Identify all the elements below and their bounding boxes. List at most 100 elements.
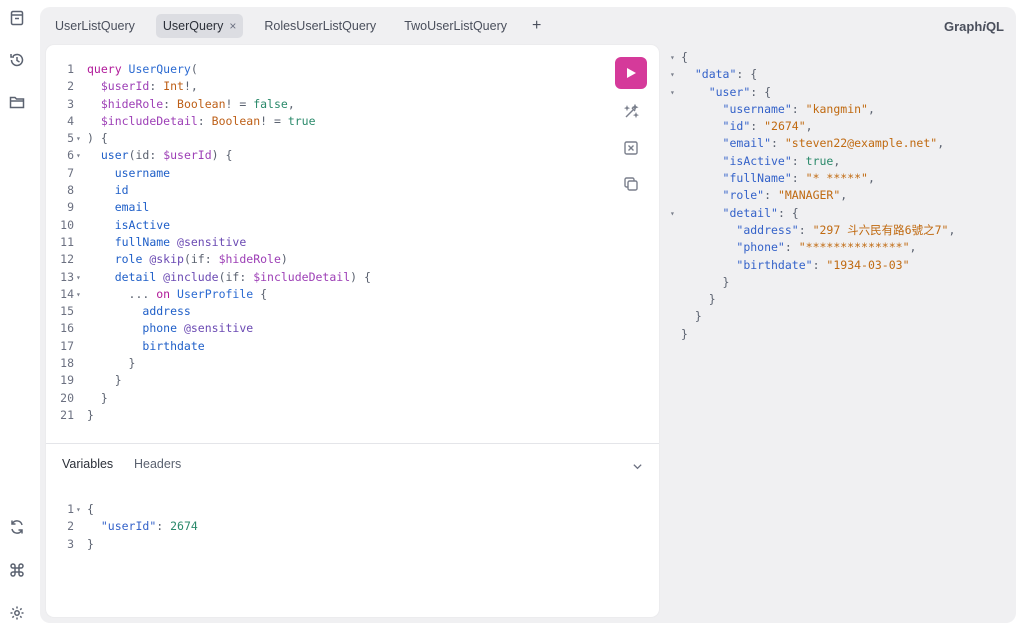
line-text: role @skip(if: $hideRole) <box>87 251 288 268</box>
code-token: } <box>128 356 136 371</box>
code-token: } <box>708 292 716 307</box>
line-text: } <box>681 326 688 343</box>
code-token: "MANAGER" <box>777 188 841 203</box>
main-panel: UserListQuery UserQuery × RolesUserListQuer… <box>40 7 1016 623</box>
code-token: : <box>791 153 806 168</box>
code-token: : <box>156 519 171 534</box>
tab-userquery[interactable]: UserQuery × <box>155 14 244 38</box>
merge-fragments-icon <box>624 141 638 155</box>
code-token: ... <box>128 286 157 301</box>
run-button[interactable] <box>615 57 647 89</box>
code-token: ( <box>190 62 198 76</box>
tab-twouserlistquery[interactable]: TwoUserListQuery <box>397 14 514 38</box>
fold-toggle-icon[interactable]: ▾ <box>76 286 81 303</box>
code-token: "kangmin" <box>805 101 868 116</box>
line-number: 3 <box>67 536 74 551</box>
tab-rolesuserlistquery[interactable]: RolesUserListQuery <box>257 14 383 38</box>
code-token: { <box>681 50 688 64</box>
close-tab-icon[interactable]: × <box>229 19 236 33</box>
code-token: isActive <box>114 217 171 232</box>
line-text: $includeDetail: Boolean! = true <box>87 113 316 130</box>
code-token: ) { <box>211 148 233 163</box>
line-number: 2 <box>67 79 74 94</box>
settings-icon[interactable] <box>6 602 28 624</box>
line-number: 1 <box>67 62 74 76</box>
tab-userlistquery[interactable]: UserListQuery <box>48 14 142 38</box>
code-token: ) <box>280 252 288 267</box>
shortcuts-icon[interactable] <box>6 559 28 581</box>
tab-label: UserListQuery <box>55 19 135 33</box>
variables-toolbar: Variables Headers <box>46 443 659 485</box>
fold-toggle-icon[interactable]: ▾ <box>670 49 675 66</box>
line-text: "userId": 2674 <box>87 518 198 535</box>
code-token: @skip <box>149 252 184 267</box>
fold-toggle-icon[interactable]: ▾ <box>670 66 675 83</box>
code-token: user <box>100 148 129 163</box>
copy-query-button[interactable] <box>622 175 640 193</box>
prettify-button[interactable] <box>622 103 640 121</box>
tab-headers[interactable]: Headers <box>134 457 181 471</box>
line-number: 15 <box>60 304 74 319</box>
merge-fragments-button[interactable] <box>622 139 640 157</box>
line-text: { <box>681 49 688 66</box>
code-token: "297 斗六民有路6號之7" <box>812 222 949 237</box>
prettify-icon <box>623 104 639 119</box>
code-token: } <box>87 407 94 422</box>
line-text: ) { <box>87 130 108 147</box>
code-token: "email" <box>722 136 772 151</box>
explorer-icon[interactable] <box>6 91 28 113</box>
code-token: , <box>867 171 875 186</box>
line-number: 1 <box>67 502 74 516</box>
add-tab-button[interactable]: + <box>532 17 541 35</box>
line-text: } <box>87 536 94 553</box>
line-number: 4 <box>67 113 74 128</box>
code-token: true <box>805 153 834 168</box>
code-token: ! = <box>260 113 288 128</box>
code-token: "2674" <box>764 119 806 134</box>
line-text: "phone": "**************", <box>681 239 916 256</box>
fold-toggle-icon[interactable]: ▾ <box>670 84 675 101</box>
code-token: "fullName" <box>722 171 792 186</box>
code-token: address <box>142 304 191 319</box>
sidebar-rail <box>0 0 36 631</box>
code-token: @include <box>163 269 219 284</box>
code-token: email <box>114 200 150 215</box>
run-icon <box>627 68 636 78</box>
refetch-schema-icon[interactable] <box>6 516 28 538</box>
code-token: , <box>805 119 813 134</box>
line-text: "address": "297 斗六民有路6號之7", <box>681 222 955 239</box>
code-token: $includeDetail <box>100 113 198 128</box>
docs-icon[interactable] <box>6 7 28 29</box>
line-text: "fullName": "* *****", <box>681 170 875 187</box>
fold-toggle-icon[interactable]: ▾ <box>76 130 81 147</box>
line-text: { <box>87 501 94 518</box>
tab-variables[interactable]: Variables <box>62 457 113 471</box>
chevron-down-icon[interactable] <box>632 459 643 477</box>
code-token: , <box>948 222 956 237</box>
line-number: 20 <box>60 390 74 405</box>
fold-toggle-icon[interactable]: ▾ <box>76 147 81 164</box>
line-number: 18 <box>60 356 74 371</box>
code-token: "**************" <box>798 240 910 255</box>
line-text: detail @include(if: $includeDetail) { <box>87 269 371 286</box>
line-text: "user": { <box>681 84 771 101</box>
tab-bar: UserListQuery UserQuery × RolesUserListQuer… <box>48 14 541 38</box>
line-number: 17 <box>60 338 74 353</box>
history-icon[interactable] <box>6 49 28 71</box>
code-token: "user" <box>708 84 751 99</box>
line-number: 19 <box>60 373 74 388</box>
code-token: : <box>791 171 806 186</box>
line-number: 7 <box>67 165 74 180</box>
code-token: birthdate <box>142 338 205 353</box>
code-token: "data" <box>694 67 737 82</box>
code-token: : <box>812 257 827 272</box>
fold-toggle-icon[interactable]: ▾ <box>76 501 81 518</box>
fold-toggle-icon[interactable]: ▾ <box>670 205 675 222</box>
line-text: $hideRole: Boolean! = false, <box>87 96 295 113</box>
code-token: : { <box>736 67 758 82</box>
code-token: $hideRole <box>218 252 281 267</box>
fold-toggle-icon[interactable]: ▾ <box>76 269 81 286</box>
code-token: "userId" <box>100 519 157 534</box>
code-token: 2674 <box>170 519 198 534</box>
code-token: "birthdate" <box>736 257 813 272</box>
